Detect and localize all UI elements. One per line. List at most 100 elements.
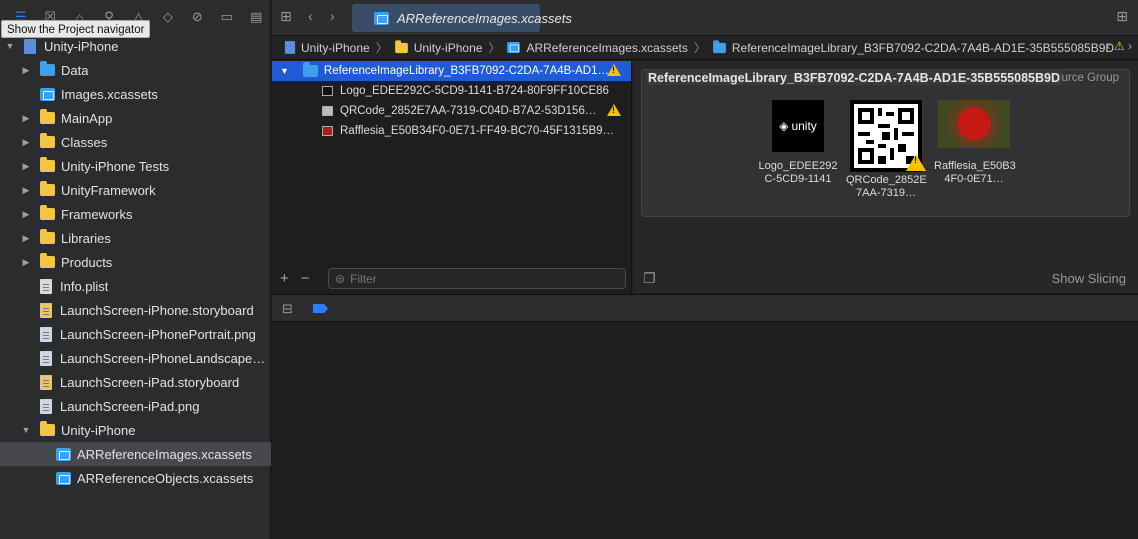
image-thumbnail-icon — [322, 86, 333, 96]
asset-row-label: Logo_EDEE292C-5CD9-1141-B724-80F9FF10CE8… — [340, 85, 609, 97]
navigator-item[interactable]: LaunchScreen-iPhonePortrait.png — [0, 322, 271, 346]
disclosure-closed-icon[interactable]: ▶ — [20, 257, 32, 268]
breadcrumb-label: ARReferenceImages.xcassets — [526, 40, 688, 55]
navigator-item[interactable]: LaunchScreen-iPad.png — [0, 394, 271, 418]
image-caption-line2: 7AA-7319… — [856, 187, 916, 199]
breakpoint-navigator-icon[interactable]: ▭ — [212, 6, 241, 28]
breadcrumb-item[interactable]: Unity-iPhone — [284, 40, 370, 55]
project-icon — [284, 41, 296, 54]
navigator-item-label: ARReferenceObjects.xcassets — [77, 470, 254, 486]
image-caption-line2: 4F0-0E71… — [944, 173, 1004, 185]
navigator-item[interactable]: ARReferenceImages.xcassets — [0, 442, 271, 466]
warning-icon[interactable]: ⚠ — [1114, 39, 1125, 53]
next-issue-icon[interactable]: › — [1128, 39, 1132, 53]
hide-debug-area-icon[interactable]: ⊟ — [282, 301, 293, 317]
breadcrumb-separator-icon: 〉 — [375, 41, 388, 55]
navigator-item-label: Images.xcassets — [61, 86, 158, 102]
asset-catalog-icon — [56, 471, 71, 485]
navigator-item[interactable]: LaunchScreen-iPhone.storyboard — [0, 298, 271, 322]
asset-catalog-icon — [40, 87, 55, 101]
folder-icon — [40, 157, 55, 172]
rafflesia-thumbnail — [938, 100, 1010, 148]
project-navigator: ☰ ☒ ⌂ ⚲ △ ◇ ⊘ ▭ ▤ Show the Project navig… — [0, 0, 271, 539]
unity-logo-text: unity — [791, 119, 817, 133]
forward-arrow-icon[interactable]: › — [330, 8, 335, 24]
add-editor-icon[interactable]: ⊞ — [1116, 8, 1128, 25]
disclosure-open-icon[interactable]: ▼ — [280, 66, 289, 76]
filter-field[interactable]: ⊜ Filter — [328, 268, 626, 289]
navigator-item[interactable]: LaunchScreen-iPhoneLandscape… — [0, 346, 271, 370]
report-navigator-icon[interactable]: ▤ — [242, 6, 271, 28]
breadcrumb-item[interactable]: ReferenceImageLibrary_B3FB7092-C2DA-7A4B… — [712, 39, 1114, 55]
breakpoint-toggle-icon[interactable] — [313, 304, 328, 313]
detail-footer: ❐ Show Slicing — [633, 263, 1138, 293]
image-cell-logo[interactable]: ◈ unity Logo_EDEE292 C-5CD9-1141 — [758, 100, 838, 186]
image-caption-line1: Logo_EDEE292 — [758, 160, 838, 172]
disclosure-closed-icon[interactable]: ▶ — [20, 161, 32, 172]
navigator-item-label: Unity-iPhone — [61, 422, 136, 438]
navigator-item[interactable]: ▶ UnityFramework — [0, 178, 271, 202]
back-arrow-icon[interactable]: ‹ — [308, 8, 313, 24]
disclosure-closed-icon[interactable]: ▶ — [20, 137, 32, 148]
navigator-item[interactable]: ▶ Libraries — [0, 226, 271, 250]
disclosure-closed-icon[interactable]: ▶ — [20, 185, 32, 196]
jump-bar: Unity-iPhone 〉 Unity-iPhone 〉 ARReferenceIma… — [272, 36, 1138, 60]
add-icon[interactable]: + — [280, 270, 289, 287]
navigator-item[interactable]: LaunchScreen-iPad.storyboard — [0, 370, 271, 394]
breadcrumb-item[interactable]: ARReferenceImages.xcassets — [506, 40, 688, 55]
debug-navigator-icon[interactable]: ⊘ — [183, 6, 212, 28]
navigator-item[interactable]: ▶ Frameworks — [0, 202, 271, 226]
previous-issue-icon[interactable]: ‹ — [1107, 39, 1111, 53]
disclosure-open-icon[interactable]: ▼ — [4, 41, 16, 51]
asset-image-row[interactable]: QRCode_2852E7AA-7319-C04D-B7A2-53D156… — [272, 101, 631, 121]
asset-image-row[interactable]: Rafflesia_E50B34F0-0E71-FF49-BC70-45F131… — [272, 121, 631, 141]
navigator-item[interactable]: ▶ Unity-iPhone Tests — [0, 154, 271, 178]
folder-icon — [40, 109, 55, 124]
navigator-item[interactable]: ▶ Products — [0, 250, 271, 274]
image-thumbnail-icon — [322, 106, 333, 116]
tab-arreferenceimages[interactable]: ARReferenceImages.xcassets — [352, 4, 572, 32]
jump-bar-issue-controls[interactable]: ‹ ⚠ › — [1107, 39, 1132, 53]
navigator-item-label: LaunchScreen-iPad.png — [60, 398, 200, 414]
navigator-item[interactable]: Images.xcassets — [0, 82, 271, 106]
warning-icon[interactable] — [607, 64, 621, 76]
asset-row-label: Rafflesia_E50B34F0-0E71-FF49-BC70-45F131… — [340, 125, 615, 137]
image-cell-rafflesia[interactable]: Rafflesia_E50B3 4F0-0E71… — [934, 100, 1016, 186]
image-file-icon — [40, 350, 52, 366]
navigator-item[interactable]: ▶ Data — [0, 58, 271, 82]
disclosure-open-icon[interactable]: ▼ — [20, 425, 32, 435]
warning-icon[interactable] — [906, 154, 926, 171]
folder-icon — [40, 253, 55, 268]
navigator-item[interactable]: ▶ Classes — [0, 130, 271, 154]
navigator-item[interactable]: ▶ MainApp — [0, 106, 271, 130]
folder-icon — [40, 181, 55, 196]
asset-list: ▼ ReferenceImageLibrary_B3FB7092-C2DA-7A4… — [272, 61, 632, 293]
disclosure-closed-icon[interactable]: ▶ — [20, 233, 32, 244]
asset-group-row[interactable]: ▼ ReferenceImageLibrary_B3FB7092-C2DA-7A4… — [272, 61, 631, 81]
navigator-item-label: Classes — [61, 134, 108, 150]
show-slicing-button[interactable]: Show Slicing — [1052, 271, 1126, 286]
image-caption-line2: C-5CD9-1141 — [764, 173, 832, 185]
breadcrumb-item[interactable]: Unity-iPhone — [394, 39, 482, 55]
asset-image-row[interactable]: Logo_EDEE292C-5CD9-1141-B724-80F9FF10CE8… — [272, 81, 631, 101]
navigator-item[interactable]: ARReferenceObjects.xcassets — [0, 466, 271, 490]
grid-icon[interactable]: ⊞ — [280, 8, 292, 25]
image-cell-qrcode[interactable]: QRCode_2852E 7AA-7319… — [846, 100, 927, 200]
navigator-item-label: Unity-iPhone — [44, 38, 119, 54]
folder-icon — [394, 39, 408, 53]
test-navigator-icon[interactable]: ◇ — [153, 6, 182, 28]
navigator-item[interactable]: ▼ Unity-iPhone — [0, 418, 271, 442]
asset-row-label: QRCode_2852E7AA-7319-C04D-B7A2-53D156… — [340, 105, 597, 117]
remove-icon[interactable]: − — [301, 270, 310, 287]
asset-row-label: ReferenceImageLibrary_B3FB7092-C2DA-7A4B… — [323, 65, 610, 77]
image-caption-line1: Rafflesia_E50B3 — [934, 160, 1016, 172]
navigator-item[interactable]: Info.plist — [0, 274, 271, 298]
disclosure-closed-icon[interactable]: ▶ — [20, 65, 32, 76]
asset-catalog-icon — [56, 447, 71, 461]
disclosure-closed-icon[interactable]: ▶ — [20, 113, 32, 124]
inspector-toggle-icon[interactable]: ❐ — [643, 270, 656, 287]
disclosure-closed-icon[interactable]: ▶ — [20, 209, 32, 220]
warning-icon[interactable] — [607, 104, 621, 116]
navigator-item-label: Frameworks — [61, 206, 133, 222]
debug-area — [272, 322, 1138, 539]
